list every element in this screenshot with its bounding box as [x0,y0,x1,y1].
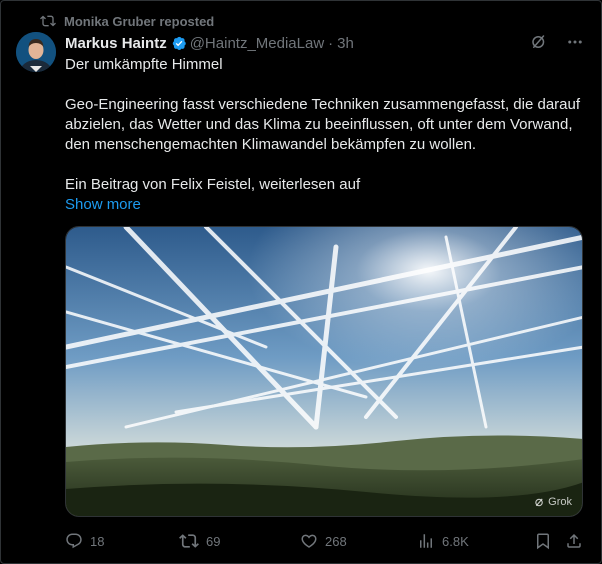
repost-count: 69 [206,533,221,549]
post-time[interactable]: 3h [337,35,354,52]
reply-icon [66,533,82,549]
top-actions [530,33,584,51]
bookmark-button[interactable] [534,531,559,551]
views-chart-icon [420,534,432,548]
grok-logo-icon [535,497,543,506]
more-options-icon[interactable] [566,33,584,51]
show-more-link[interactable]: Show more [65,195,141,215]
avatar[interactable] [16,32,56,72]
post-title: Der umkämpfte Himmel [65,56,223,73]
like-button[interactable]: 268 [300,531,347,551]
repost-header[interactable]: Monika Gruber reposted [40,12,214,30]
author-handle[interactable]: @Haintz_MediaLaw [190,35,324,52]
verified-badge-icon[interactable] [170,35,187,52]
views-button[interactable]: 6.8K [417,531,469,551]
share-icon [567,533,581,548]
repost-label: Monika Gruber reposted [64,13,215,29]
reply-count: 18 [90,533,105,549]
like-count: 268 [325,533,347,549]
post-text: Der umkämpfte Himmel Geo-Engineering fas… [65,55,585,195]
repost-action-icon [179,534,199,548]
action-bar: 18 69 268 6.8K [65,531,585,551]
grok-icon[interactable] [530,33,548,51]
post-body-line: den menschengemachten Klimawandel bekämp… [65,136,477,153]
heart-icon [301,534,317,548]
repost-icon [40,15,56,27]
post-body-line: abzielen, das Wetter und das Klima zu be… [65,116,573,133]
repost-button[interactable]: 69 [179,531,220,551]
post-footer-line: Ein Beitrag von Felix Feistel, weiterles… [65,176,361,193]
separator-dot: · [328,34,334,52]
grok-watermark: Grok [534,496,572,508]
author-line: Markus Haintz @Haintz_MediaLaw · 3h [65,33,354,53]
bookmark-icon [537,533,549,550]
post-image[interactable]: Grok [65,226,583,517]
share-button[interactable] [565,531,590,551]
author-name[interactable]: Markus Haintz [65,35,167,52]
view-count: 6.8K [442,533,469,549]
reply-button[interactable]: 18 [65,531,104,551]
post-body-line: Geo-Engineering fasst verschiedene Techn… [65,96,581,113]
grok-watermark-text: Grok [548,496,572,508]
